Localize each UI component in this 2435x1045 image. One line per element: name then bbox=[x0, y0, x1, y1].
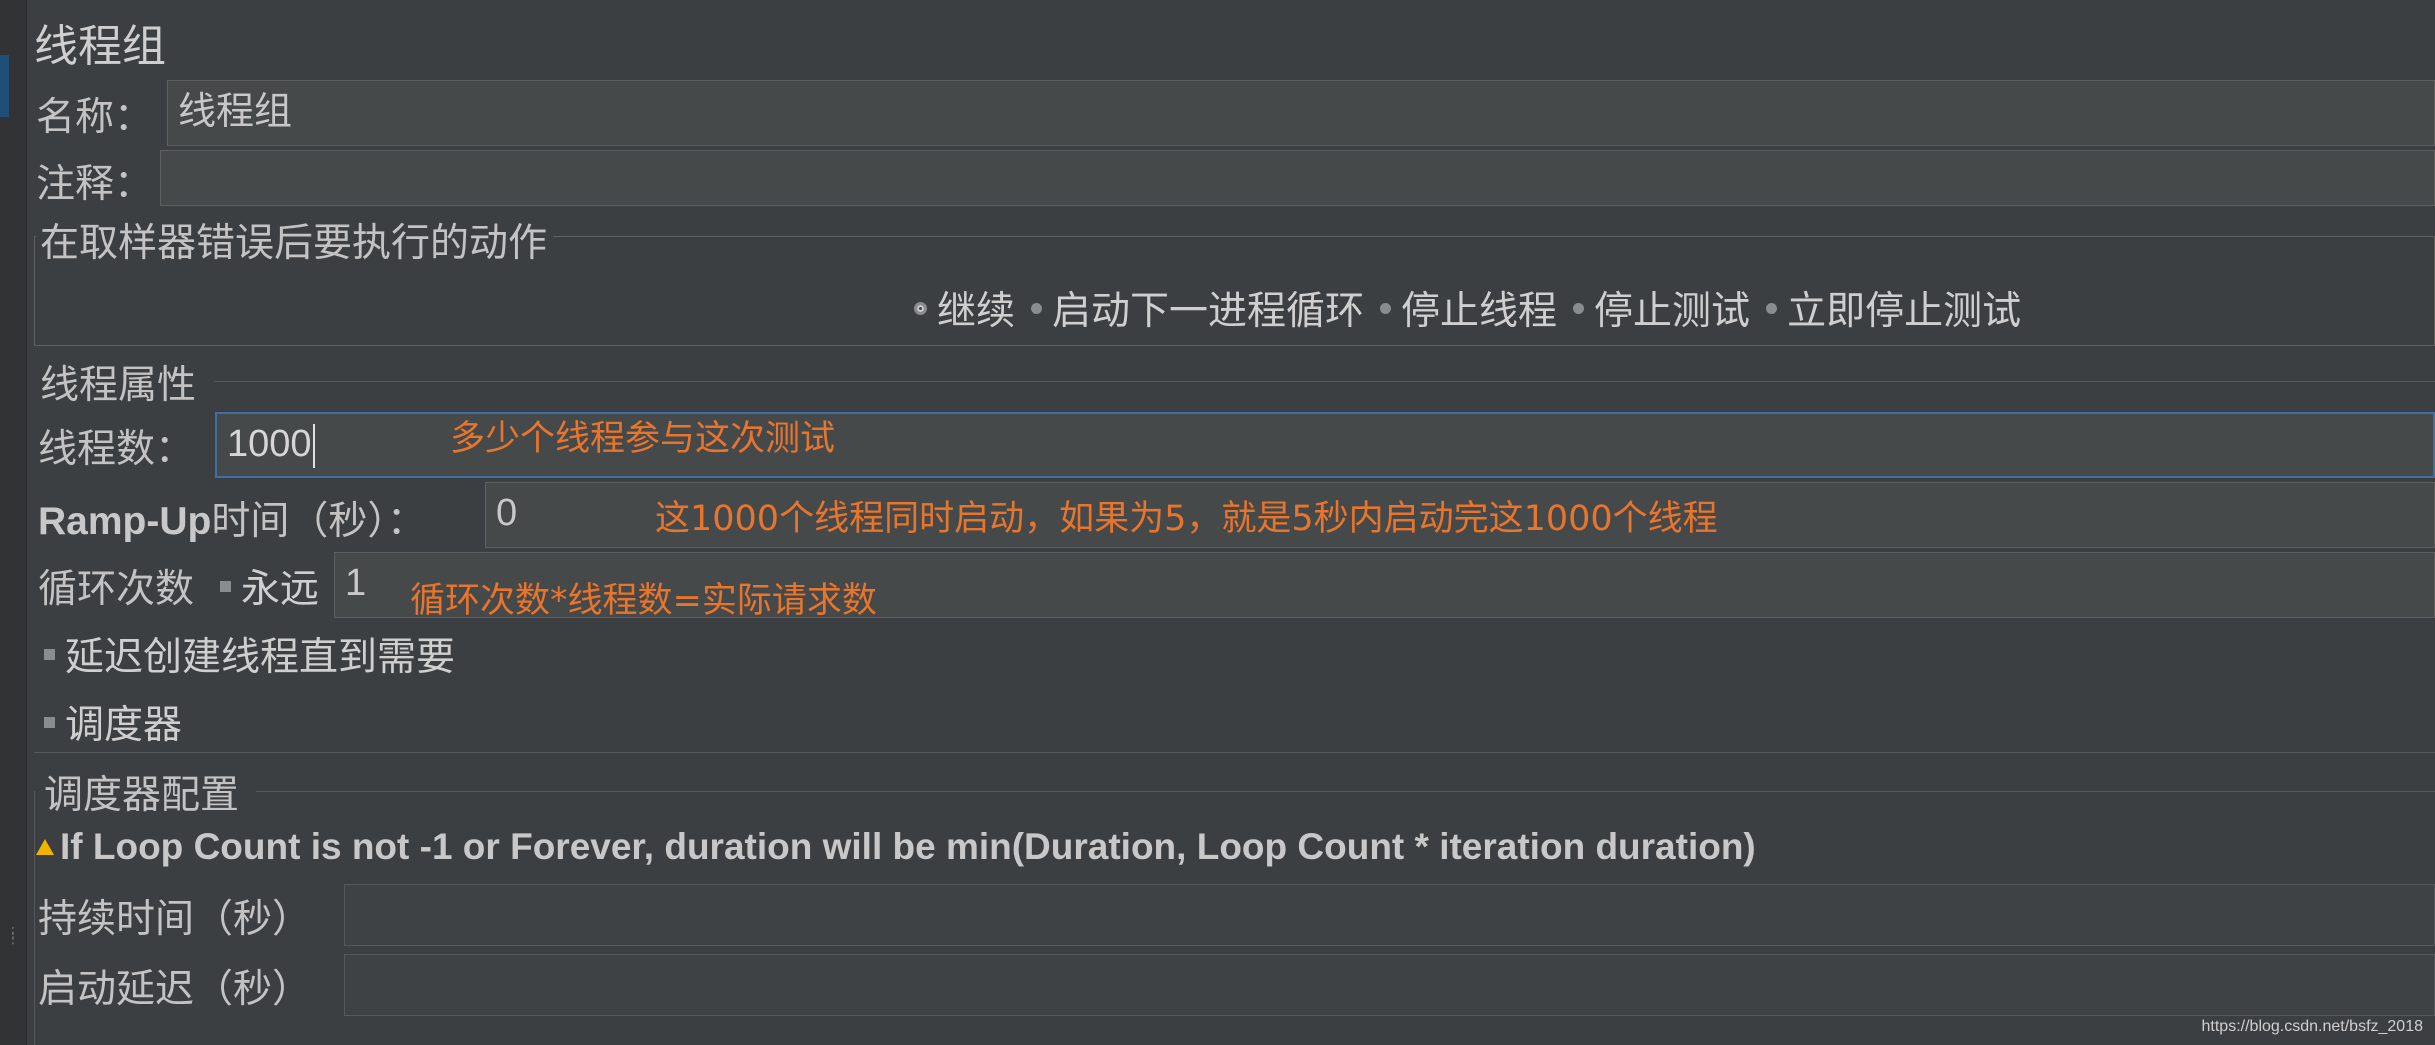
loop-label: 循环次数 bbox=[38, 567, 195, 612]
rampup-label: Ramp-Up 时间（秒）： bbox=[38, 490, 426, 546]
duration-input[interactable] bbox=[344, 884, 2435, 946]
delay-create-checkbox[interactable]: 延迟创建线程直到需要 bbox=[44, 626, 455, 682]
checkbox-icon bbox=[44, 716, 55, 728]
loop-annotation: 循环次数*线程数=实际请求数 bbox=[410, 581, 877, 621]
scheduler-separator bbox=[34, 752, 2435, 753]
scheduler-config-legend: 调度器配置 bbox=[40, 764, 246, 820]
thread-props-legend: 线程属性 bbox=[36, 354, 203, 410]
scheduler-checkbox[interactable]: 调度器 bbox=[44, 694, 182, 750]
radio-label: 继续 bbox=[937, 289, 1016, 334]
checkbox-icon bbox=[44, 648, 55, 660]
radio-label: 停止线程 bbox=[1401, 289, 1558, 334]
radio-icon bbox=[1380, 302, 1392, 314]
threads-label: 线程数： bbox=[38, 427, 195, 472]
duration-label: 持续时间（秒） bbox=[38, 897, 312, 942]
rampup-label-cn: 时间（秒）： bbox=[211, 499, 426, 544]
forever-label: 永远 bbox=[241, 567, 320, 612]
comment-label: 注释： bbox=[36, 162, 154, 207]
delay-create-label: 延迟创建线程直到需要 bbox=[65, 635, 456, 680]
threads-annotation: 多少个线程参与这次测试 bbox=[450, 419, 836, 459]
threads-value: 1000 bbox=[227, 423, 312, 465]
radio-label: 启动下一进程循环 bbox=[1052, 289, 1365, 334]
error-action-options: 继续 启动下一进程循环 停止线程 停止测试 立即停止测试 bbox=[914, 280, 2021, 336]
text-caret bbox=[312, 423, 315, 468]
radio-label: 停止测试 bbox=[1594, 289, 1751, 334]
thread-props-separator bbox=[214, 381, 2435, 382]
startup-delay-input[interactable] bbox=[344, 954, 2435, 1016]
scheduler-warning: If Loop Count is not -1 or Forever, dura… bbox=[36, 826, 1756, 868]
scheduler-config-left-border bbox=[34, 791, 35, 1045]
left-selection-marker bbox=[0, 55, 9, 117]
scheduler-label: 调度器 bbox=[65, 703, 183, 748]
radio-selected-icon bbox=[914, 301, 927, 315]
warning-icon bbox=[36, 839, 54, 855]
radio-stop-test-now[interactable]: 立即停止测试 bbox=[1766, 280, 2021, 336]
rampup-annotation: 这1000个线程同时启动，如果为5，就是5秒内启动完这1000个线程 bbox=[655, 499, 1718, 539]
radio-icon bbox=[1766, 302, 1778, 314]
startup-delay-label: 启动延迟（秒） bbox=[38, 967, 312, 1012]
name-label: 名称： bbox=[36, 95, 154, 140]
scheduler-config-separator bbox=[256, 791, 2435, 792]
radio-icon bbox=[1573, 302, 1585, 314]
watermark: https://blog.csdn.net/bsfz_2018 bbox=[2201, 1018, 2423, 1035]
error-action-legend: 在取样器错误后要执行的动作 bbox=[36, 212, 554, 268]
radio-stop-thread[interactable]: 停止线程 bbox=[1380, 280, 1557, 336]
rampup-label-en: Ramp-Up bbox=[38, 500, 212, 543]
radio-continue[interactable]: 继续 bbox=[914, 280, 1015, 336]
radio-icon bbox=[1031, 302, 1043, 314]
resize-grip-icon[interactable]: ⋮ ⋮ bbox=[6, 926, 20, 970]
checkbox-icon bbox=[220, 580, 231, 592]
radio-start-next-loop[interactable]: 启动下一进程循环 bbox=[1031, 280, 1364, 336]
forever-checkbox[interactable]: 永远 bbox=[220, 558, 319, 614]
warning-text: If Loop Count is not -1 or Forever, dura… bbox=[60, 826, 1756, 867]
comment-input[interactable] bbox=[160, 150, 2435, 206]
radio-stop-test[interactable]: 停止测试 bbox=[1573, 280, 1750, 336]
panel-title: 线程组 bbox=[34, 21, 166, 72]
radio-label: 立即停止测试 bbox=[1787, 289, 2022, 334]
name-input[interactable]: 线程组 bbox=[167, 80, 2435, 146]
left-tool-strip bbox=[0, 0, 27, 1045]
